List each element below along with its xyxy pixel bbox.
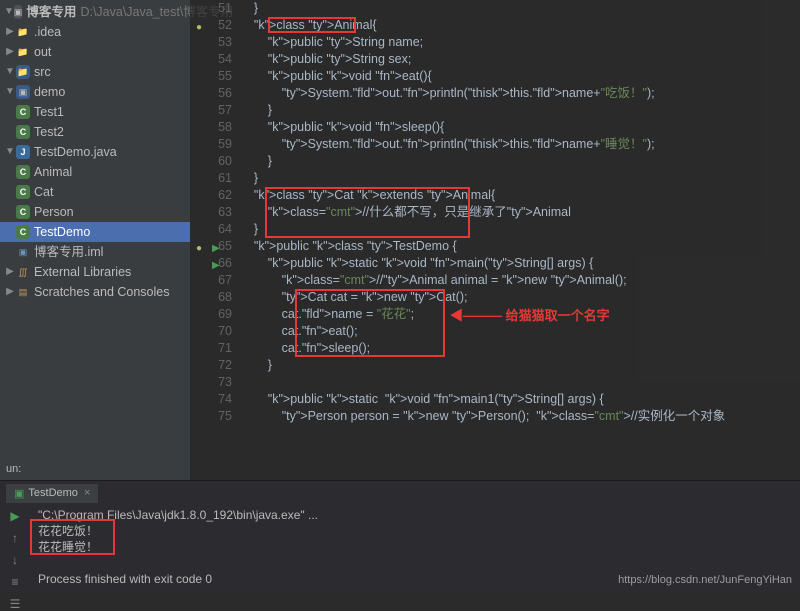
chevron-down-icon: ▼ [4,142,16,162]
project-tree[interactable]: ▼ ▣ 博客专用D:\Java\Java_test\博客专用 ▶📁.idea ▶… [0,0,190,480]
annotation-arrow: ◀——— 给猫猫取一个名字 [450,307,610,324]
iml-icon: ▣ [16,245,30,259]
rerun-icon[interactable]: ▶ [10,509,19,523]
folder-icon: 📁 [16,65,30,79]
code-editor[interactable]: 5152●53545556575859606162636465●▶66▶6768… [190,0,800,480]
code-area[interactable]: } "k">class "ty">Animal{ "k">public "ty"… [240,0,800,480]
tree-src[interactable]: ▼📁src [0,62,190,82]
tree-cls-testdemo[interactable]: CTestDemo [0,222,190,242]
console-line-2: 花花睡觉！ [38,539,792,555]
chevron-right-icon: ▶ [4,282,16,302]
class-icon: C [16,165,30,179]
tree-cls-person[interactable]: CPerson [0,202,190,222]
tree-demo[interactable]: ▼▣demo [0,82,190,102]
down-icon[interactable]: ↓ [12,553,18,567]
close-tab-icon[interactable]: × [84,487,90,499]
tree-testdemo-file[interactable]: ▼JTestDemo.java [0,142,190,162]
print-icon[interactable]: ☰ [10,597,21,611]
chevron-right-icon: ▶ [4,262,16,282]
tree-cls-cat[interactable]: CCat [0,182,190,202]
class-icon: C [16,185,30,199]
class-icon: C [16,205,30,219]
package-icon: ▣ [16,85,30,99]
chevron-down-icon: ▼ [4,2,14,22]
chevron-down-icon: ▼ [4,62,16,82]
console-line-1: 花花吃饭！ [38,523,792,539]
watermark: https://blog.csdn.net/JunFengYiHan [618,574,792,586]
run-toolbar[interactable]: ▶ ↑ ↓ ≡ ☰ [0,505,30,593]
folder-icon: 📁 [16,45,30,59]
java-file-icon: J [16,145,30,159]
library-icon: ∭ [16,265,30,279]
folder-icon: 📁 [16,25,30,39]
chevron-right-icon: ▶ [4,22,16,42]
project-icon: ▣ [14,5,23,19]
run-tab-testdemo[interactable]: ▣TestDemo× [6,484,99,503]
class-icon: C [16,105,30,119]
up-icon[interactable]: ↑ [12,531,18,545]
tree-test1[interactable]: CTest1 [0,102,190,122]
project-root[interactable]: ▼ ▣ 博客专用D:\Java\Java_test\博客专用 [0,2,190,22]
run-config-icon: ▣ [14,487,24,500]
run-tool-label: un: [6,457,21,481]
soft-wrap-icon[interactable]: ≡ [11,575,18,589]
chevron-down-icon: ▼ [4,82,16,102]
chevron-right-icon: ▶ [4,42,16,62]
tree-cls-animal[interactable]: CAnimal [0,162,190,182]
tree-idea[interactable]: ▶📁.idea [0,22,190,42]
class-icon: C [16,125,30,139]
tree-iml[interactable]: ▣博客专用.iml [0,242,190,262]
tree-external-libraries[interactable]: ▶∭External Libraries [0,262,190,282]
project-name: 博客专用 [26,5,76,19]
tree-out[interactable]: ▶📁out [0,42,190,62]
tree-scratches[interactable]: ▶▤Scratches and Consoles [0,282,190,302]
scratches-icon: ▤ [16,285,30,299]
tree-test2[interactable]: CTest2 [0,122,190,142]
gutter: 5152●53545556575859606162636465●▶66▶6768… [190,0,240,480]
console-cmd: "C:\Program Files\Java\jdk1.8.0_192\bin\… [38,507,792,523]
class-icon: C [16,225,30,239]
